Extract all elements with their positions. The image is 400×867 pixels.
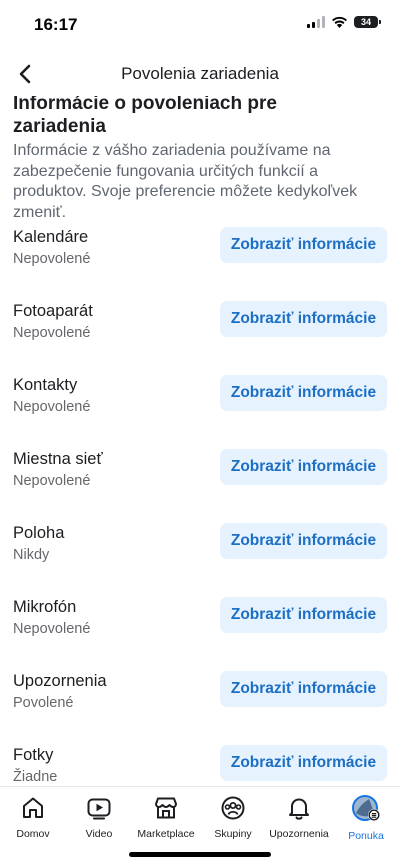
permission-row-contacts: Kontakty Nepovolené Zobraziť informácie (0, 371, 400, 445)
show-info-button[interactable]: Zobraziť informácie (220, 227, 387, 263)
permission-status: Nepovolené (13, 621, 91, 637)
tab-label: Video (85, 828, 113, 840)
permission-row-local-network: Miestna sieť Nepovolené Zobraziť informá… (0, 445, 400, 519)
marketplace-icon (155, 797, 177, 819)
permission-row-photos: Fotky Žiadne Zobraziť informácie (0, 741, 400, 786)
bell-icon (289, 798, 309, 820)
tab-notifications[interactable]: Upozornenia (266, 795, 332, 840)
content-scroll[interactable]: Informácie o povoleniach pre zariadenia … (0, 96, 400, 786)
status-time: 16:17 (34, 15, 78, 34)
page-title: Povolenia zariadenia (121, 64, 279, 83)
wifi-icon (332, 16, 347, 28)
permission-name: Fotoaparát (13, 302, 93, 320)
avatar-menu-icon (352, 795, 380, 821)
permission-status: Nepovolené (13, 325, 91, 341)
tab-menu[interactable]: Ponuka (333, 795, 399, 842)
permission-row-calendars: Kalendáre Nepovolené Zobraziť informácie (0, 223, 400, 297)
permission-row-notifications: Upozornenia Povolené Zobraziť informácie (0, 667, 400, 741)
status-bar: 16:17 34 (0, 0, 400, 50)
permission-row-location: Poloha Nikdy Zobraziť informácie (0, 519, 400, 593)
permission-name: Kalendáre (13, 228, 89, 246)
home-icon (23, 797, 43, 818)
permission-name: Upozornenia (13, 672, 107, 690)
tab-label: Skupiny (214, 828, 252, 840)
home-indicator (129, 852, 271, 857)
show-info-button[interactable]: Zobraziť informácie (220, 375, 387, 411)
show-info-button[interactable]: Zobraziť informácie (220, 671, 387, 707)
tab-groups[interactable]: Skupiny (200, 795, 266, 840)
tab-label: Ponuka (348, 830, 384, 842)
status-icons: 34 (307, 16, 381, 28)
permission-name: Fotky (13, 746, 54, 764)
show-info-button[interactable]: Zobraziť informácie (220, 301, 387, 337)
tab-label: Marketplace (137, 828, 195, 840)
section-description: Informácie z vášho zariadenia používame … (13, 142, 358, 221)
permission-status: Nikdy (13, 547, 50, 563)
permission-status: Povolené (13, 695, 74, 711)
show-info-button[interactable]: Zobraziť informácie (220, 449, 387, 485)
show-info-button[interactable]: Zobraziť informácie (220, 597, 387, 633)
permissions-list: Kalendáre Nepovolené Zobraziť informácie… (0, 223, 400, 786)
permission-name: Poloha (13, 524, 65, 542)
permission-row-camera: Fotoaparát Nepovolené Zobraziť informáci… (0, 297, 400, 371)
permission-status: Žiadne (13, 769, 58, 785)
permission-name: Kontakty (13, 376, 78, 394)
signal-icon (307, 16, 325, 28)
video-icon (87, 798, 111, 820)
section-heading-line1: Informácie o povoleniach pre (13, 96, 277, 114)
permission-name: Mikrofón (13, 598, 77, 616)
tab-label: Domov (16, 828, 50, 840)
section-heading-line2: zariadenia (13, 116, 106, 137)
battery-level: 34 (360, 17, 371, 27)
header: Povolenia zariadenia (0, 52, 400, 96)
tab-marketplace[interactable]: Marketplace (133, 795, 199, 840)
tab-label: Upozornenia (269, 828, 329, 840)
groups-icon (221, 796, 245, 820)
tab-home[interactable]: Domov (0, 795, 66, 840)
tab-video[interactable]: Video (66, 795, 132, 840)
battery-icon: 34 (354, 16, 381, 28)
permission-status: Nepovolené (13, 473, 91, 489)
show-info-button[interactable]: Zobraziť informácie (220, 745, 387, 781)
show-info-button[interactable]: Zobraziť informácie (220, 523, 387, 559)
permission-status: Nepovolené (13, 251, 91, 267)
section-heading: Informácie o povoleniach pre zariadenia (13, 96, 387, 138)
permission-status: Nepovolené (13, 399, 91, 415)
permission-row-microphone: Mikrofón Nepovolené Zobraziť informácie (0, 593, 400, 667)
permission-name: Miestna sieť (13, 450, 103, 468)
